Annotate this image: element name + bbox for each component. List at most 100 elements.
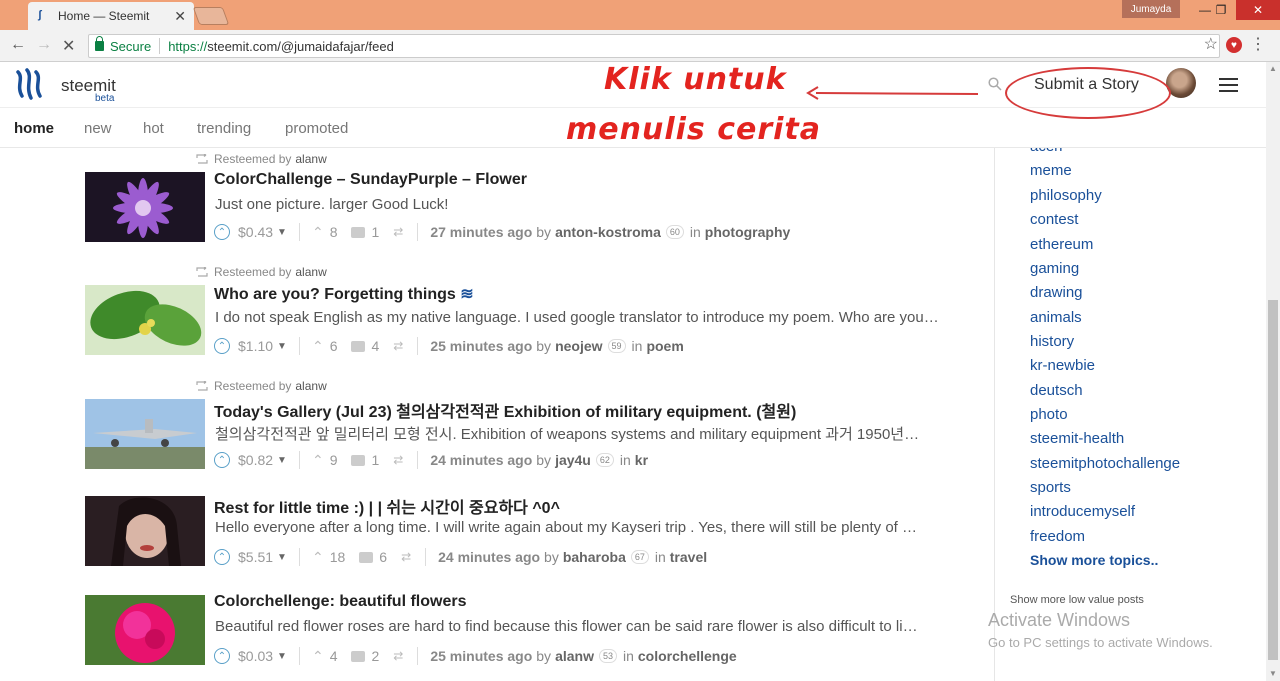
topic-link[interactable]: animals (1030, 309, 1082, 326)
resteemer-link[interactable]: alanw (295, 379, 326, 393)
upvote-icon[interactable]: ⌃ (214, 549, 230, 565)
post-title[interactable]: ColorChallenge – SundayPurple – Flower (214, 171, 527, 189)
tab-trending[interactable]: trending (197, 120, 251, 137)
comment-icon[interactable] (351, 650, 366, 662)
comment-count[interactable]: 1 (371, 224, 379, 240)
back-arrow-icon[interactable]: ← (10, 36, 26, 54)
post-excerpt[interactable]: Hello everyone after a long time. I will… (215, 519, 980, 536)
browser-tab[interactable]: ʃ Home — Steemit ✕ (28, 2, 194, 30)
topic-link[interactable]: contest (1030, 211, 1078, 228)
topic-link[interactable]: deutsch (1030, 382, 1083, 399)
vote-count[interactable]: 8 (312, 224, 338, 241)
topic-link[interactable]: steemitphotochallenge (1030, 455, 1180, 472)
tab-promoted[interactable]: promoted (285, 120, 348, 137)
post-excerpt[interactable]: 철의삼각전적관 앞 밀리터리 모형 전시. Exhibition of weap… (215, 423, 980, 444)
resteem-button-icon[interactable]: ⇄ (401, 550, 411, 564)
post-thumbnail[interactable] (85, 496, 205, 566)
vote-count[interactable]: 9 (312, 452, 338, 469)
upvote-icon[interactable]: ⌃ (214, 224, 230, 240)
extension-icon[interactable]: ♥ (1226, 37, 1242, 53)
post-excerpt[interactable]: Beautiful red flower roses are hard to f… (215, 618, 980, 635)
vote-count[interactable]: 18 (312, 549, 346, 566)
resteem-button-icon[interactable]: ⇄ (393, 225, 403, 239)
author-link[interactable]: baharoba (563, 549, 626, 565)
post-title[interactable]: Rest for little time :) | | 쉬는 시간이 중요하다 … (214, 494, 560, 518)
post-excerpt[interactable]: I do not speak English as my native lang… (215, 309, 980, 326)
scroll-up-icon[interactable]: ▲ (1266, 62, 1280, 76)
chevron-down-icon[interactable]: ▼ (277, 552, 287, 563)
post-thumbnail[interactable] (85, 595, 205, 665)
topic-link[interactable]: history (1030, 333, 1074, 350)
tab-hot[interactable]: hot (143, 120, 164, 137)
bookmark-star-icon[interactable]: ☆ (1204, 34, 1218, 54)
topic-link[interactable]: philosophy (1030, 187, 1102, 204)
topic-link[interactable]: sports (1030, 479, 1071, 496)
new-tab-button[interactable] (192, 7, 230, 25)
category-link[interactable]: travel (670, 549, 707, 565)
topic-link[interactable]: meme (1030, 162, 1072, 179)
comment-icon[interactable] (359, 551, 374, 563)
upvote-icon[interactable]: ⌃ (214, 338, 230, 354)
chevron-down-icon[interactable]: ▼ (277, 455, 287, 466)
search-icon[interactable] (988, 77, 1002, 91)
author-link[interactable]: alanw (555, 648, 594, 664)
upvote-icon[interactable]: ⌃ (214, 452, 230, 468)
author-link[interactable]: anton-kostroma (555, 224, 661, 240)
category-link[interactable]: poem (646, 338, 683, 354)
post-title[interactable]: Colorchellenge: beautiful flowers (214, 593, 466, 611)
topic-link[interactable]: ethereum (1030, 236, 1093, 253)
chevron-down-icon[interactable]: ▼ (277, 227, 287, 238)
topic-link[interactable]: aceh (1030, 148, 1063, 155)
category-link[interactable]: colorchellenge (638, 648, 737, 664)
author-link[interactable]: jay4u (555, 452, 591, 468)
post-time[interactable]: 24 minutes ago (438, 549, 540, 565)
vote-count[interactable]: 4 (312, 648, 338, 665)
category-link[interactable]: kr (635, 452, 648, 468)
resteemer-link[interactable]: alanw (295, 265, 326, 279)
resteem-button-icon[interactable]: ⇄ (393, 339, 403, 353)
vote-count[interactable]: 6 (312, 338, 338, 355)
hamburger-menu-icon[interactable] (1219, 78, 1238, 92)
show-low-value-posts-link[interactable]: Show more low value posts (1010, 594, 1144, 606)
topic-link[interactable]: gaming (1030, 260, 1079, 277)
resteemer-link[interactable]: alanw (295, 152, 326, 166)
topic-link[interactable]: kr-newbie (1030, 357, 1095, 374)
comment-icon[interactable] (351, 226, 366, 238)
browser-menu-icon[interactable]: ⋮ (1250, 34, 1266, 54)
post-time[interactable]: 27 minutes ago (430, 224, 532, 240)
forward-arrow-icon[interactable]: → (36, 36, 52, 54)
post-time[interactable]: 25 minutes ago (430, 648, 532, 664)
steemit-logo-icon[interactable] (14, 68, 48, 100)
comment-count[interactable]: 4 (371, 338, 379, 354)
maximize-button[interactable]: ❐ (1206, 0, 1236, 20)
payout-value[interactable]: $5.51 (238, 549, 273, 565)
topic-link[interactable]: freedom (1030, 528, 1085, 545)
tab-home[interactable]: home (14, 120, 54, 137)
post-title[interactable]: Today's Gallery (Jul 23) 철의삼각전적관 Exhibit… (214, 398, 796, 422)
window-close-button[interactable]: ✕ (1236, 0, 1280, 20)
resteem-button-icon[interactable]: ⇄ (393, 453, 403, 467)
topic-link[interactable]: steemit-health (1030, 430, 1124, 447)
comment-icon[interactable] (351, 454, 366, 466)
chevron-down-icon[interactable]: ▼ (277, 651, 287, 662)
address-bar[interactable]: Secure https://steemit.com/@jumaidafajar… (88, 34, 1220, 58)
payout-value[interactable]: $0.43 (238, 224, 273, 240)
topic-link[interactable]: photo (1030, 406, 1068, 423)
post-excerpt[interactable]: Just one picture. larger Good Luck! (215, 196, 980, 213)
comment-icon[interactable] (351, 340, 366, 352)
author-link[interactable]: neojew (555, 338, 602, 354)
topic-link[interactable]: drawing (1030, 284, 1083, 301)
upvote-icon[interactable]: ⌃ (214, 648, 230, 664)
comment-count[interactable]: 1 (371, 452, 379, 468)
tab-new[interactable]: new (84, 120, 112, 137)
comment-count[interactable]: 6 (379, 549, 387, 565)
payout-value[interactable]: $0.03 (238, 648, 273, 664)
payout-value[interactable]: $0.82 (238, 452, 273, 468)
post-time[interactable]: 25 minutes ago (430, 338, 532, 354)
post-thumbnail[interactable] (85, 172, 205, 242)
post-title[interactable]: Who are you? Forgetting things ≋ (214, 284, 474, 304)
chevron-down-icon[interactable]: ▼ (277, 341, 287, 352)
payout-value[interactable]: $1.10 (238, 338, 273, 354)
show-more-topics-link[interactable]: Show more topics.. (1030, 552, 1158, 568)
comment-count[interactable]: 2 (371, 648, 379, 664)
